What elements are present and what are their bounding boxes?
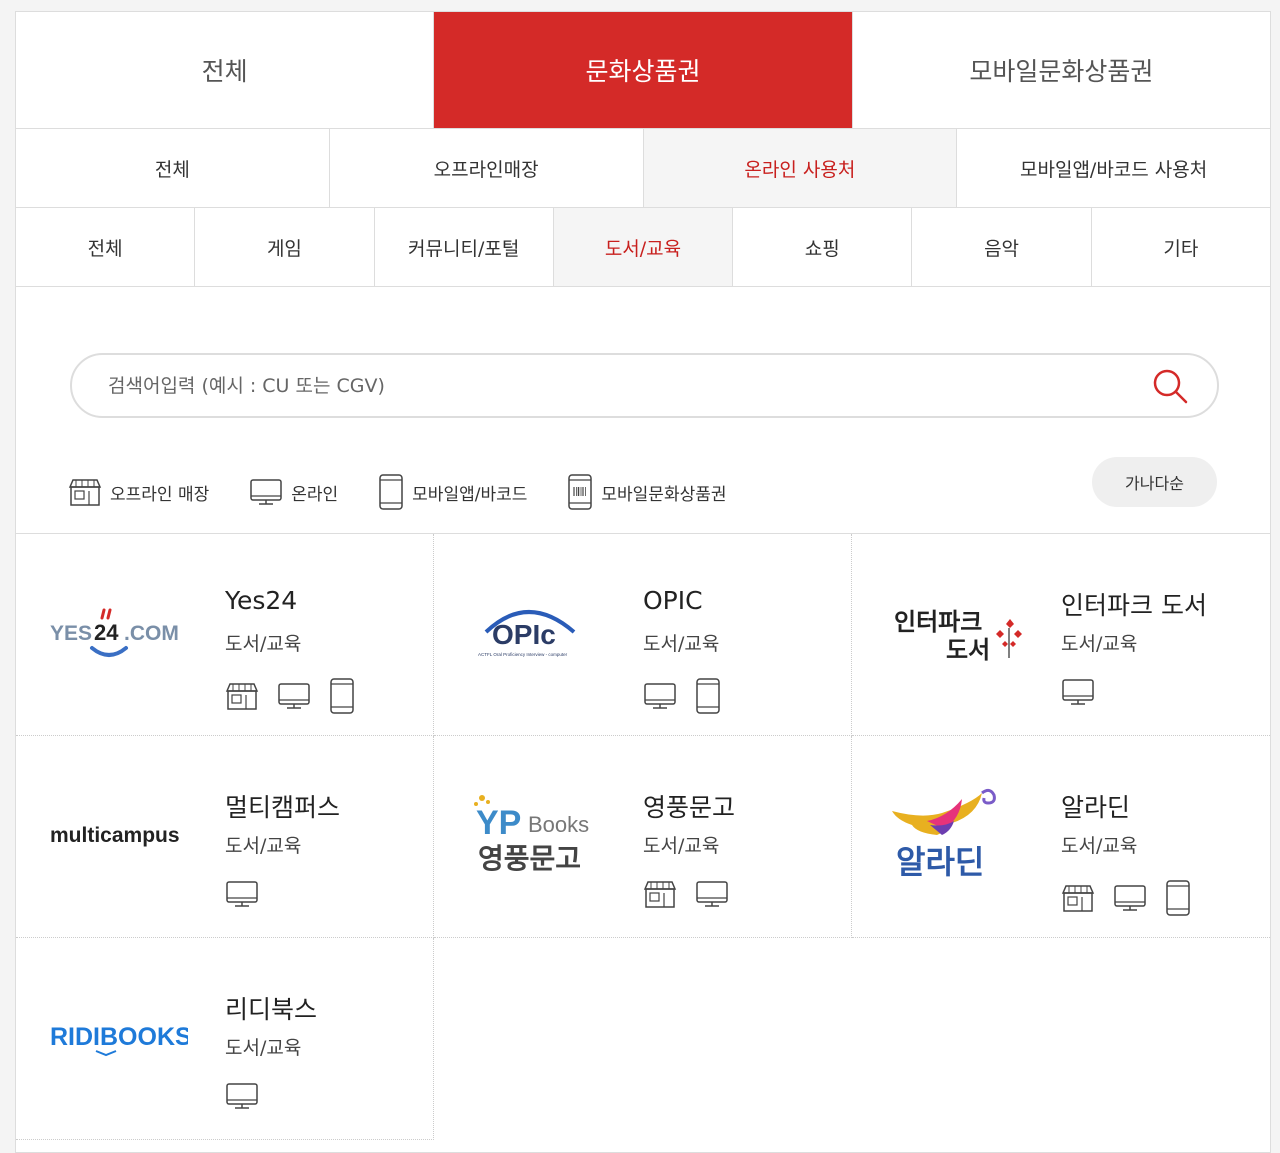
- search-bar: [70, 353, 1219, 418]
- legend-online-label: 온라인: [291, 480, 338, 505]
- monitor-icon: [225, 879, 259, 909]
- svg-text:YES: YES: [50, 622, 92, 645]
- multicampus-logo: multicampus: [38, 776, 198, 896]
- store-category: 도서/교육: [225, 831, 301, 858]
- barcode-phone-icon: [567, 473, 593, 511]
- search-button[interactable]: [1151, 367, 1189, 405]
- usage-place-tabs: 전체 오프라인매장 온라인 사용처 모바일앱/바코드 사용처: [16, 129, 1270, 208]
- tab-usage-all[interactable]: 전체: [16, 129, 330, 207]
- usage-icons: [225, 1081, 277, 1111]
- store-card-opic[interactable]: OPIc ACTFL Oral Proficiency Interview - …: [434, 534, 852, 736]
- store-category: 도서/교육: [225, 1033, 301, 1060]
- store-card-ypbooks[interactable]: YP Books 영풍문고 영풍문고 도서/교육: [434, 736, 852, 938]
- tab-category-all[interactable]: 전체: [16, 208, 195, 286]
- store-card-aladin[interactable]: 알라딘 알라딘 도서/교육: [852, 736, 1270, 938]
- usage-type-legend: 오프라인 매장 온라인 모바일앱/바코드: [68, 473, 767, 511]
- legend-mobile-label: 모바일앱/바코드: [412, 480, 527, 505]
- opic-logo: OPIc ACTFL Oral Proficiency Interview - …: [456, 574, 616, 694]
- legend-mobile: 모바일앱/바코드: [378, 473, 527, 511]
- legend-offline: 오프라인 매장: [68, 477, 209, 507]
- store-name: 인터파크 도서: [1061, 586, 1207, 622]
- voucher-type-tabs: 전체 문화상품권 모바일문화상품권: [16, 12, 1270, 129]
- phone-icon: [1165, 879, 1191, 917]
- store-card-ridibooks[interactable]: RIDIBOOKS 리디북스 도서/교육: [16, 938, 434, 1140]
- ridibooks-logo: RIDIBOOKS: [38, 978, 198, 1098]
- tab-mobile-app-barcode[interactable]: 모바일앱/바코드 사용처: [957, 129, 1270, 207]
- phone-icon: [695, 677, 721, 715]
- usage-icons: [225, 677, 373, 715]
- svg-text:인터파크: 인터파크: [894, 608, 982, 636]
- tab-mobile-culture-voucher[interactable]: 모바일문화상품권: [853, 12, 1270, 128]
- store-category: 도서/교육: [1061, 629, 1137, 656]
- usage-icons: [643, 879, 747, 909]
- phone-icon: [378, 473, 404, 511]
- monitor-icon: [1061, 677, 1095, 707]
- ypbooks-logo: YP Books 영풍문고: [464, 776, 604, 896]
- store-category: 도서/교육: [1061, 831, 1137, 858]
- tab-category-community[interactable]: 커뮤니티/포털: [375, 208, 554, 286]
- svg-text:.COM: .COM: [124, 622, 179, 645]
- legend-online: 온라인: [249, 477, 338, 507]
- tab-category-etc[interactable]: 기타: [1092, 208, 1270, 286]
- svg-text:영풍문고: 영풍문고: [478, 842, 581, 875]
- legend-mobile-voucher: 모바일문화상품권: [567, 473, 726, 511]
- store-name: 리디북스: [225, 990, 317, 1026]
- store-icon: [225, 681, 259, 711]
- monitor-icon: [695, 879, 729, 909]
- category-tabs: 전체 게임 커뮤니티/포털 도서/교육 쇼핑 음악 기타: [16, 208, 1270, 287]
- usage-icons: [225, 879, 277, 909]
- interpark-logo: 인터파크 도서: [874, 574, 1034, 694]
- store-icon: [68, 477, 102, 507]
- usage-icons: [1061, 677, 1113, 707]
- store-icon: [1061, 883, 1095, 913]
- svg-text:RIDIBOOKS: RIDIBOOKS: [50, 1023, 188, 1051]
- store-category: 도서/교육: [643, 831, 719, 858]
- tab-category-music[interactable]: 음악: [912, 208, 1091, 286]
- svg-text:알라딘: 알라딘: [896, 843, 984, 881]
- store-category: 도서/교육: [225, 629, 301, 656]
- monitor-icon: [1113, 883, 1147, 913]
- usage-icons: [1061, 879, 1209, 917]
- monitor-icon: [643, 681, 677, 711]
- tab-category-game[interactable]: 게임: [195, 208, 374, 286]
- store-name: 멀티캠퍼스: [225, 788, 340, 824]
- store-grid: YES 24 .COM Yes24 도서/교육 OPIc ACTFL Or: [16, 534, 1270, 1140]
- legend-mobile-voucher-label: 모바일문화상품권: [601, 480, 726, 505]
- store-name: Yes24: [225, 586, 297, 615]
- svg-text:도서: 도서: [946, 636, 990, 664]
- tab-all-vouchers[interactable]: 전체: [16, 12, 434, 128]
- tab-category-books[interactable]: 도서/교육: [554, 208, 733, 286]
- tab-category-shopping[interactable]: 쇼핑: [733, 208, 912, 286]
- store-icon: [643, 879, 677, 909]
- tab-culture-voucher[interactable]: 문화상품권: [434, 12, 852, 128]
- phone-icon: [329, 677, 355, 715]
- yes24-logo: YES 24 .COM: [38, 574, 198, 694]
- store-category: 도서/교육: [643, 629, 719, 656]
- svg-text:Books: Books: [528, 812, 589, 837]
- svg-text:ACTFL Oral Proficiency Intervi: ACTFL Oral Proficiency Interview - compu…: [478, 652, 568, 657]
- monitor-icon: [225, 1081, 259, 1111]
- search-section: 오프라인 매장 온라인 모바일앱/바코드: [16, 287, 1270, 534]
- legend-offline-label: 오프라인 매장: [110, 480, 209, 505]
- store-name: 알라딘: [1061, 788, 1130, 824]
- sort-alphabetical-button[interactable]: 가나다순: [1092, 457, 1217, 507]
- store-name: 영풍문고: [643, 788, 735, 824]
- voucher-usage-panel: 전체 문화상품권 모바일문화상품권 전체 오프라인매장 온라인 사용처 모바일앱…: [15, 11, 1271, 1153]
- store-card-yes24[interactable]: YES 24 .COM Yes24 도서/교육: [16, 534, 434, 736]
- search-input[interactable]: [108, 369, 1108, 402]
- tab-online-places[interactable]: 온라인 사용처: [644, 129, 958, 207]
- svg-text:YP: YP: [476, 804, 521, 842]
- store-card-multicampus[interactable]: multicampus 멀티캠퍼스 도서/교육: [16, 736, 434, 938]
- monitor-icon: [249, 477, 283, 507]
- svg-text:24: 24: [94, 620, 119, 645]
- search-icon: [1151, 367, 1189, 405]
- usage-icons: [643, 677, 739, 715]
- store-card-interpark[interactable]: 인터파크 도서 인터파크 도서 도서/교육: [852, 534, 1270, 736]
- tab-offline-stores[interactable]: 오프라인매장: [330, 129, 644, 207]
- svg-text:OPIc: OPIc: [492, 619, 556, 650]
- store-name: OPIC: [643, 586, 703, 615]
- svg-text:multicampus: multicampus: [50, 824, 180, 847]
- monitor-icon: [277, 681, 311, 711]
- aladin-logo: 알라딘: [882, 776, 1022, 896]
